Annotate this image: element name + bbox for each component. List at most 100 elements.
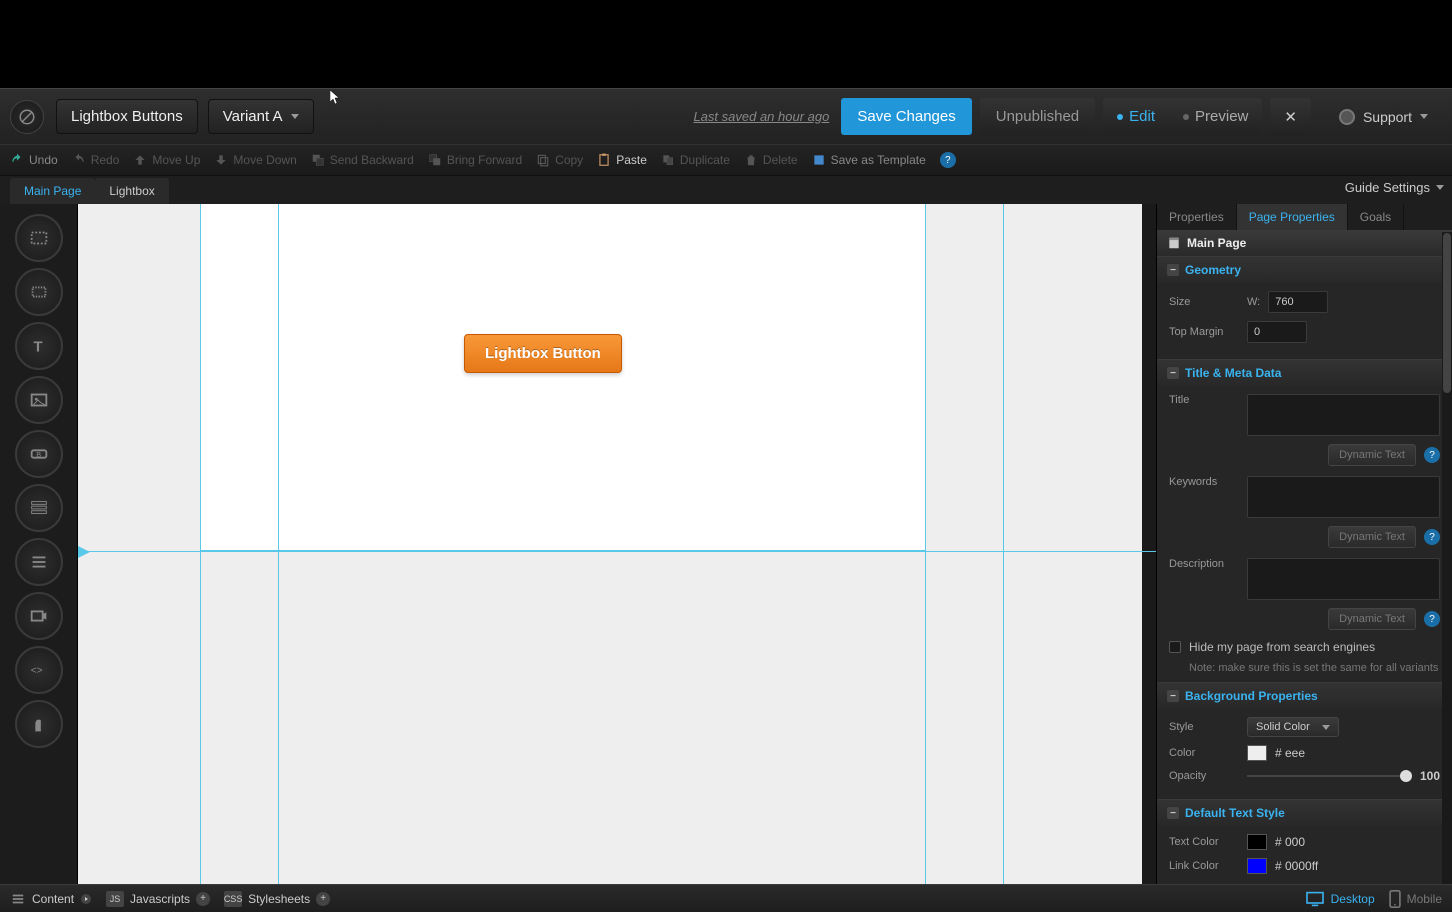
guide-vertical-left[interactable] bbox=[200, 204, 201, 884]
action-toolbar: Undo Redo Move Up Move Down Send Backwar… bbox=[0, 144, 1452, 176]
section-background[interactable]: − Background Properties bbox=[1157, 682, 1452, 709]
guide-vertical-right[interactable] bbox=[925, 204, 926, 884]
box-tool[interactable] bbox=[15, 268, 63, 316]
publish-status[interactable]: Unpublished bbox=[980, 98, 1095, 135]
edit-mode-button[interactable]: Edit bbox=[1103, 98, 1169, 135]
section-geometry[interactable]: − Geometry bbox=[1157, 256, 1452, 283]
list-tool[interactable] bbox=[15, 538, 63, 586]
canvas[interactable]: Lightbox Button bbox=[78, 204, 1156, 884]
guide-vertical-right[interactable] bbox=[1003, 204, 1004, 884]
description-input[interactable] bbox=[1247, 558, 1440, 600]
lightbox-button-element[interactable]: Lightbox Button bbox=[464, 334, 622, 373]
button-tool[interactable]: B bbox=[15, 430, 63, 478]
last-saved-text[interactable]: Last saved an hour ago bbox=[693, 109, 829, 124]
mobile-view-button[interactable]: Mobile bbox=[1389, 890, 1442, 908]
tab-properties[interactable]: Properties bbox=[1157, 204, 1237, 230]
social-tool[interactable] bbox=[15, 700, 63, 748]
text-color-swatch[interactable] bbox=[1247, 834, 1267, 850]
app-logo[interactable] bbox=[10, 100, 44, 134]
desktop-view-button[interactable]: Desktop bbox=[1305, 891, 1375, 907]
save-template-label: Save as Template bbox=[831, 153, 926, 167]
text-color-label: Text Color bbox=[1169, 836, 1239, 848]
bg-color-swatch[interactable] bbox=[1247, 745, 1267, 761]
preview-mode-button[interactable]: Preview bbox=[1169, 98, 1262, 135]
css-label: Stylesheets bbox=[248, 892, 310, 906]
geometry-title: Geometry bbox=[1185, 263, 1241, 277]
help-icon[interactable]: ? bbox=[1424, 529, 1440, 545]
copy-label: Copy bbox=[555, 153, 583, 167]
help-icon[interactable]: ? bbox=[940, 152, 956, 168]
duplicate-button[interactable]: Duplicate bbox=[661, 153, 730, 167]
video-tool[interactable] bbox=[15, 592, 63, 640]
browser-chrome-area bbox=[0, 0, 1452, 88]
title-input[interactable] bbox=[1247, 394, 1440, 436]
save-changes-button[interactable]: Save Changes bbox=[841, 98, 971, 135]
section-title-meta[interactable]: − Title & Meta Data bbox=[1157, 359, 1452, 386]
tab-lightbox[interactable]: Lightbox bbox=[95, 178, 168, 204]
form-tool[interactable] bbox=[15, 484, 63, 532]
variant-selector[interactable]: Variant A bbox=[208, 99, 314, 134]
move-down-button[interactable]: Move Down bbox=[214, 153, 296, 167]
move-up-button[interactable]: Move Up bbox=[133, 153, 200, 167]
mouse-cursor bbox=[330, 90, 342, 106]
link-color-swatch[interactable] bbox=[1247, 858, 1267, 874]
opacity-slider[interactable] bbox=[1247, 775, 1412, 777]
html-tool[interactable]: <> bbox=[15, 646, 63, 694]
paste-button[interactable]: Paste bbox=[597, 153, 647, 167]
javascripts-button[interactable]: JS Javascripts + bbox=[106, 891, 210, 907]
color-label: Color bbox=[1169, 747, 1239, 759]
page-title-box[interactable]: Lightbox Buttons bbox=[56, 99, 198, 134]
canvas-scrollbar[interactable] bbox=[1142, 204, 1156, 884]
delete-button[interactable]: Delete bbox=[744, 153, 798, 167]
text-style-title: Default Text Style bbox=[1185, 806, 1285, 820]
dynamic-text-button[interactable]: Dynamic Text bbox=[1328, 444, 1416, 466]
undo-button[interactable]: Undo bbox=[10, 153, 58, 167]
guide-settings-menu[interactable]: Guide Settings bbox=[1345, 180, 1444, 195]
plus-icon: + bbox=[196, 892, 210, 906]
dynamic-text-button[interactable]: Dynamic Text bbox=[1328, 608, 1416, 630]
image-tool[interactable] bbox=[15, 376, 63, 424]
panel-header: Main Page bbox=[1157, 230, 1452, 256]
js-badge-icon: JS bbox=[106, 891, 124, 907]
save-as-template-button[interactable]: Save as Template bbox=[812, 153, 926, 167]
top-bar: Lightbox Buttons Variant A Last saved an… bbox=[0, 88, 1452, 144]
width-input[interactable] bbox=[1268, 291, 1328, 313]
desktop-label: Desktop bbox=[1331, 892, 1375, 906]
help-icon[interactable]: ? bbox=[1424, 611, 1440, 627]
tab-page-properties[interactable]: Page Properties bbox=[1237, 204, 1348, 230]
hide-from-search-checkbox[interactable] bbox=[1169, 641, 1181, 653]
redo-button[interactable]: Redo bbox=[72, 153, 120, 167]
css-badge-icon: CSS bbox=[224, 891, 242, 907]
title-meta-title: Title & Meta Data bbox=[1185, 366, 1281, 380]
edit-label: Edit bbox=[1129, 108, 1155, 125]
send-backward-button[interactable]: Send Backward bbox=[311, 153, 414, 167]
top-margin-input[interactable] bbox=[1247, 321, 1307, 343]
page-section[interactable] bbox=[200, 204, 925, 551]
bring-forward-button[interactable]: Bring Forward bbox=[428, 153, 522, 167]
main-area: T B <> Lightbox Button Properties Page P… bbox=[0, 204, 1452, 884]
keywords-input[interactable] bbox=[1247, 476, 1440, 518]
hide-note: Note: make sure this is set the same for… bbox=[1189, 662, 1440, 674]
copy-button[interactable]: Copy bbox=[536, 153, 583, 167]
dynamic-text-button[interactable]: Dynamic Text bbox=[1328, 526, 1416, 548]
text-tool[interactable]: T bbox=[15, 322, 63, 370]
guide-horizontal[interactable] bbox=[78, 551, 1156, 552]
section-text-style[interactable]: − Default Text Style bbox=[1157, 799, 1452, 826]
tab-goals[interactable]: Goals bbox=[1348, 204, 1404, 230]
section-tool[interactable] bbox=[15, 214, 63, 262]
close-button[interactable]: ✕ bbox=[1270, 98, 1311, 136]
link-color-value: # 0000ff bbox=[1275, 859, 1318, 873]
guide-vertical-left[interactable] bbox=[278, 204, 279, 884]
style-value: Solid Color bbox=[1256, 721, 1310, 733]
slider-thumb[interactable] bbox=[1400, 770, 1412, 782]
inactive-dot-icon bbox=[1183, 114, 1189, 120]
content-drawer[interactable]: Content bbox=[10, 892, 92, 906]
tab-main-page[interactable]: Main Page bbox=[10, 178, 95, 204]
right-panel-scrollbar[interactable] bbox=[1442, 232, 1452, 884]
support-menu[interactable]: Support bbox=[1325, 99, 1442, 135]
style-select[interactable]: Solid Color bbox=[1247, 717, 1339, 737]
title-label: Title bbox=[1169, 394, 1239, 406]
bring-forward-label: Bring Forward bbox=[447, 153, 522, 167]
stylesheets-button[interactable]: CSS Stylesheets + bbox=[224, 891, 330, 907]
help-icon[interactable]: ? bbox=[1424, 447, 1440, 463]
